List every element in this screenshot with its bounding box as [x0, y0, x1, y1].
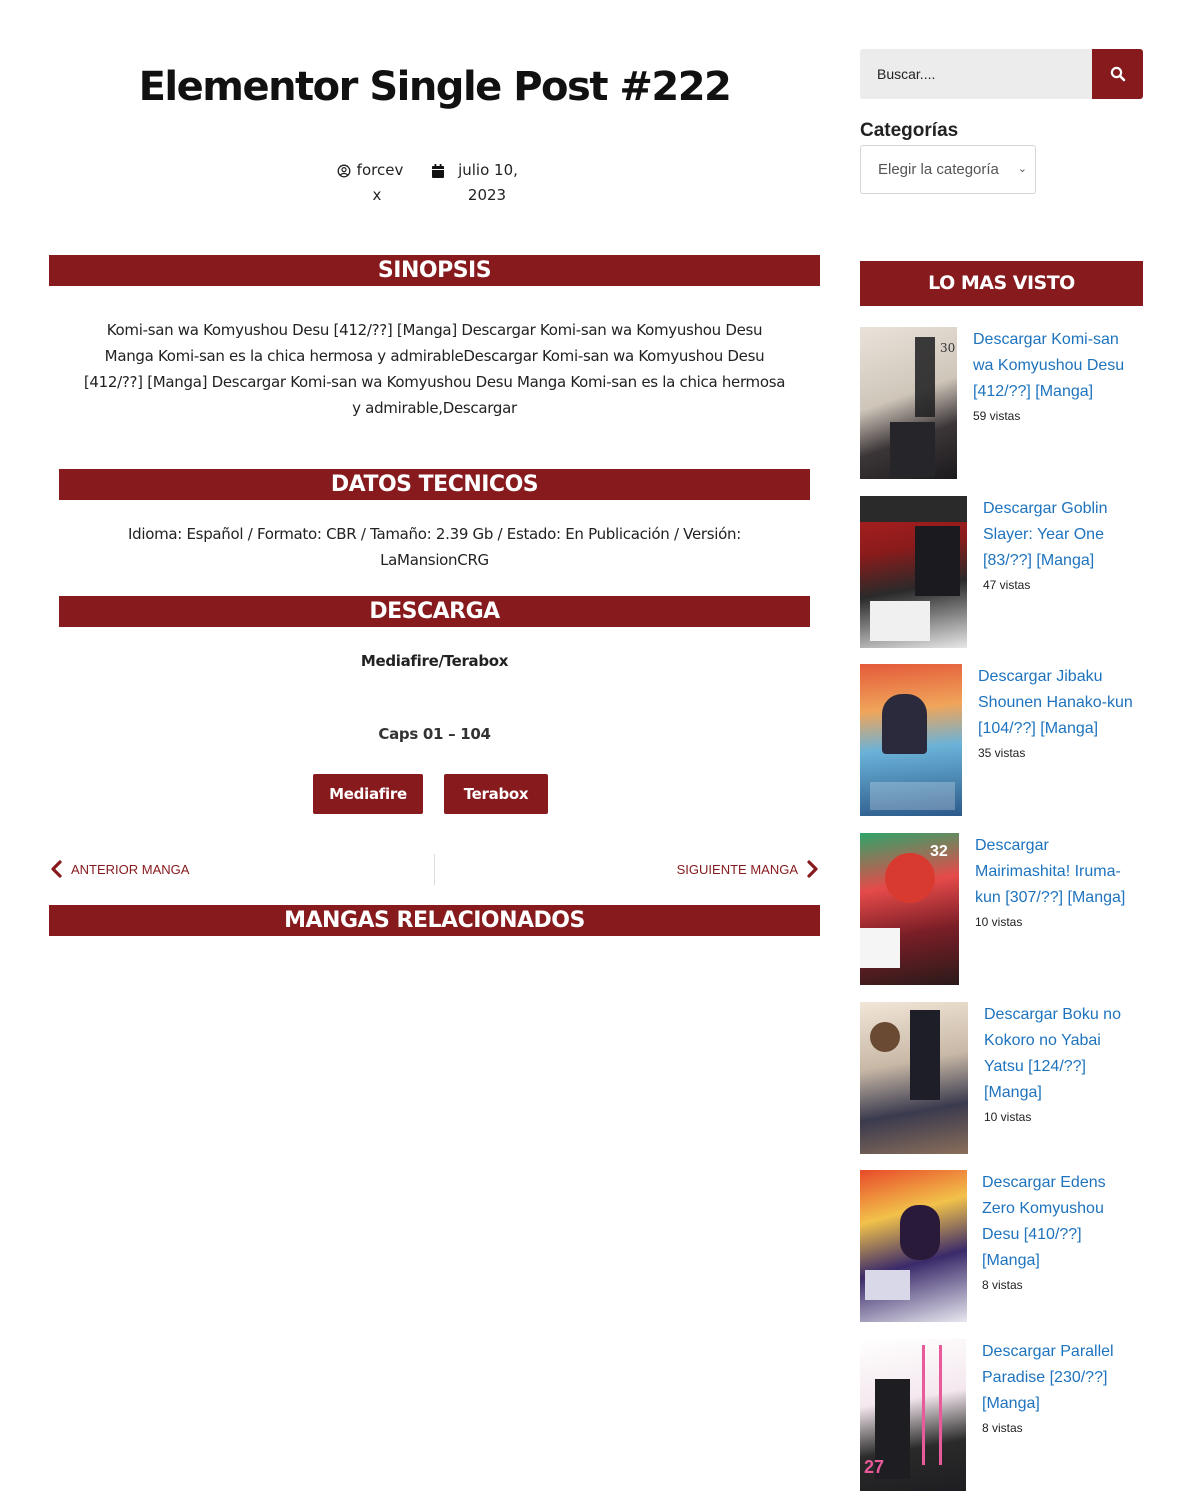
datos-line: Idioma: Español / Formato: CBR / Tamaño:… [127, 525, 741, 543]
most-viewed-item: Descargar Boku no Kokoro no Yabai Yatsu … [984, 1002, 1143, 1125]
most-viewed-item: Descargar Goblin Slayer: Year One [83/??… [983, 496, 1143, 593]
author-name-cont: x [372, 186, 382, 204]
nav-divider [434, 854, 435, 885]
next-post-link[interactable]: SIGUIENTE MANGA [677, 856, 820, 882]
manga-cover[interactable] [860, 1170, 967, 1322]
title-line: Kokoro no Yabai [984, 1032, 1101, 1049]
most-viewed-item: Descargar Edens Zero Komyushou Desu [410… [982, 1170, 1143, 1293]
title-line: kun [307/??] [Manga] [975, 889, 1126, 906]
calendar-icon [432, 163, 445, 178]
search-icon [1110, 66, 1125, 82]
categories-title: Categorías [860, 120, 959, 141]
post-title: Elementor Single Post #222 [138, 64, 732, 110]
title-line: Descargar Goblin [983, 500, 1108, 517]
post-author[interactable]: forcev x [330, 158, 410, 208]
title-line: Descargar Komi-san [973, 331, 1119, 348]
manga-cover[interactable] [860, 664, 962, 816]
view-count: 8 vistas [982, 1278, 1023, 1292]
date-text: julio 10, [458, 161, 518, 179]
chevron-left-icon [51, 860, 62, 878]
manga-title-link[interactable]: Descargar Jibaku Shounen Hanako-kun [104… [978, 664, 1143, 742]
datos-text: Idioma: Español / Formato: CBR / Tamaño:… [59, 521, 810, 573]
title-line: wa Komyushou Desu [973, 357, 1125, 374]
title-line: Paradise [230/??] [982, 1369, 1108, 1386]
author-name: forcev [356, 161, 404, 179]
chapters-range: Caps 01 – 104 [378, 725, 491, 743]
title-line: Zero Komyushou [982, 1200, 1104, 1217]
title-line: Slayer: Year One [983, 526, 1104, 543]
title-line: Descargar Jibaku [978, 668, 1103, 685]
manga-title-link[interactable]: Descargar Goblin Slayer: Year One [83/??… [983, 496, 1143, 574]
prev-post-link[interactable]: ANTERIOR MANGA [49, 856, 189, 882]
manga-cover[interactable]: 27 [860, 1339, 966, 1491]
search-input[interactable]: Buscar.... [860, 49, 1092, 99]
title-line: Descargar Edens [982, 1174, 1106, 1191]
mediafire-button[interactable]: Mediafire [313, 774, 423, 814]
most-viewed-item: Descargar Parallel Paradise [230/??] [Ma… [982, 1339, 1143, 1436]
view-count: 10 vistas [984, 1110, 1032, 1124]
most-viewed-item: Descargar Jibaku Shounen Hanako-kun [104… [978, 664, 1143, 761]
datos-heading: DATOS TECNICOS [59, 469, 810, 500]
chevron-down-icon: ⌄ [1017, 163, 1027, 175]
title-line: [412/??] [Manga] [973, 383, 1094, 400]
title-line: [83/??] [Manga] [983, 552, 1095, 569]
post-date: julio 10, 2023 [420, 158, 530, 208]
most-viewed-item: Descargar Komi-san wa Komyushou Desu [41… [973, 327, 1143, 424]
categories-selected: Elegir la categoría [878, 161, 999, 178]
view-count: 47 vistas [983, 578, 1031, 592]
most-viewed-heading: LO MAS VISTO [860, 261, 1143, 306]
manga-cover[interactable]: 32 [860, 833, 959, 985]
search-button[interactable] [1092, 49, 1143, 99]
manga-title-link[interactable]: Descargar Parallel Paradise [230/??] [Ma… [982, 1339, 1143, 1417]
categories-select[interactable]: Elegir la categoría ⌄ [860, 145, 1036, 194]
date-text-cont: 2023 [467, 186, 507, 204]
view-count: 59 vistas [973, 409, 1021, 423]
title-line: Yatsu [124/??] [984, 1058, 1086, 1075]
title-line: Desu [410/??] [982, 1226, 1082, 1243]
sinopsis-text: Komi-san wa Komyushou Desu [412/??] [Man… [49, 317, 820, 421]
next-post-label: SIGUIENTE MANGA [676, 861, 798, 877]
sinopsis-line: Manga Komi-san es la chica hermosa y adm… [104, 347, 765, 365]
sinopsis-line: y admirable,Descargar [352, 399, 517, 417]
sinopsis-line: Komi-san wa Komyushou Desu [412/??] [Man… [106, 321, 763, 339]
manga-cover[interactable] [860, 496, 967, 648]
terabox-button[interactable]: Terabox [444, 774, 548, 814]
sinopsis-heading: SINOPSIS [49, 255, 820, 286]
title-line: [Manga] [982, 1252, 1040, 1269]
title-line: Mairimashita! Iruma- [975, 863, 1121, 880]
title-line: Descargar [975, 837, 1049, 854]
title-line: [Manga] [984, 1084, 1042, 1101]
manga-title-link[interactable]: Descargar Boku no Kokoro no Yabai Yatsu … [984, 1002, 1143, 1106]
datos-line: LaMansionCRG [380, 551, 489, 569]
view-count: 8 vistas [982, 1421, 1023, 1435]
manga-title-link[interactable]: Descargar Edens Zero Komyushou Desu [410… [982, 1170, 1143, 1274]
title-line: [Manga] [982, 1395, 1040, 1412]
title-line: Descargar Parallel [982, 1343, 1114, 1360]
most-viewed-item: Descargar Mairimashita! Iruma- kun [307/… [975, 833, 1143, 930]
prev-post-label: ANTERIOR MANGA [71, 861, 190, 877]
user-circle-icon [337, 164, 351, 177]
chevron-right-icon [807, 860, 818, 878]
manga-title-link[interactable]: Descargar Komi-san wa Komyushou Desu [41… [973, 327, 1143, 405]
sinopsis-line: [412/??] [Manga] Descargar Komi-san wa K… [83, 373, 786, 391]
manga-cover[interactable] [860, 1002, 968, 1154]
manga-cover[interactable]: 30 [860, 327, 957, 479]
related-heading: MANGAS RELACIONADOS [49, 905, 820, 936]
title-line: [104/??] [Manga] [978, 720, 1099, 737]
manga-title-link[interactable]: Descargar Mairimashita! Iruma- kun [307/… [975, 833, 1143, 911]
title-line: Shounen Hanako-kun [978, 694, 1133, 711]
view-count: 35 vistas [978, 746, 1026, 760]
descarga-heading: DESCARGA [59, 596, 810, 627]
title-line: Descargar Boku no [984, 1006, 1121, 1023]
view-count: 10 vistas [975, 915, 1023, 929]
download-hosts: Mediafire/Terabox [360, 652, 509, 670]
